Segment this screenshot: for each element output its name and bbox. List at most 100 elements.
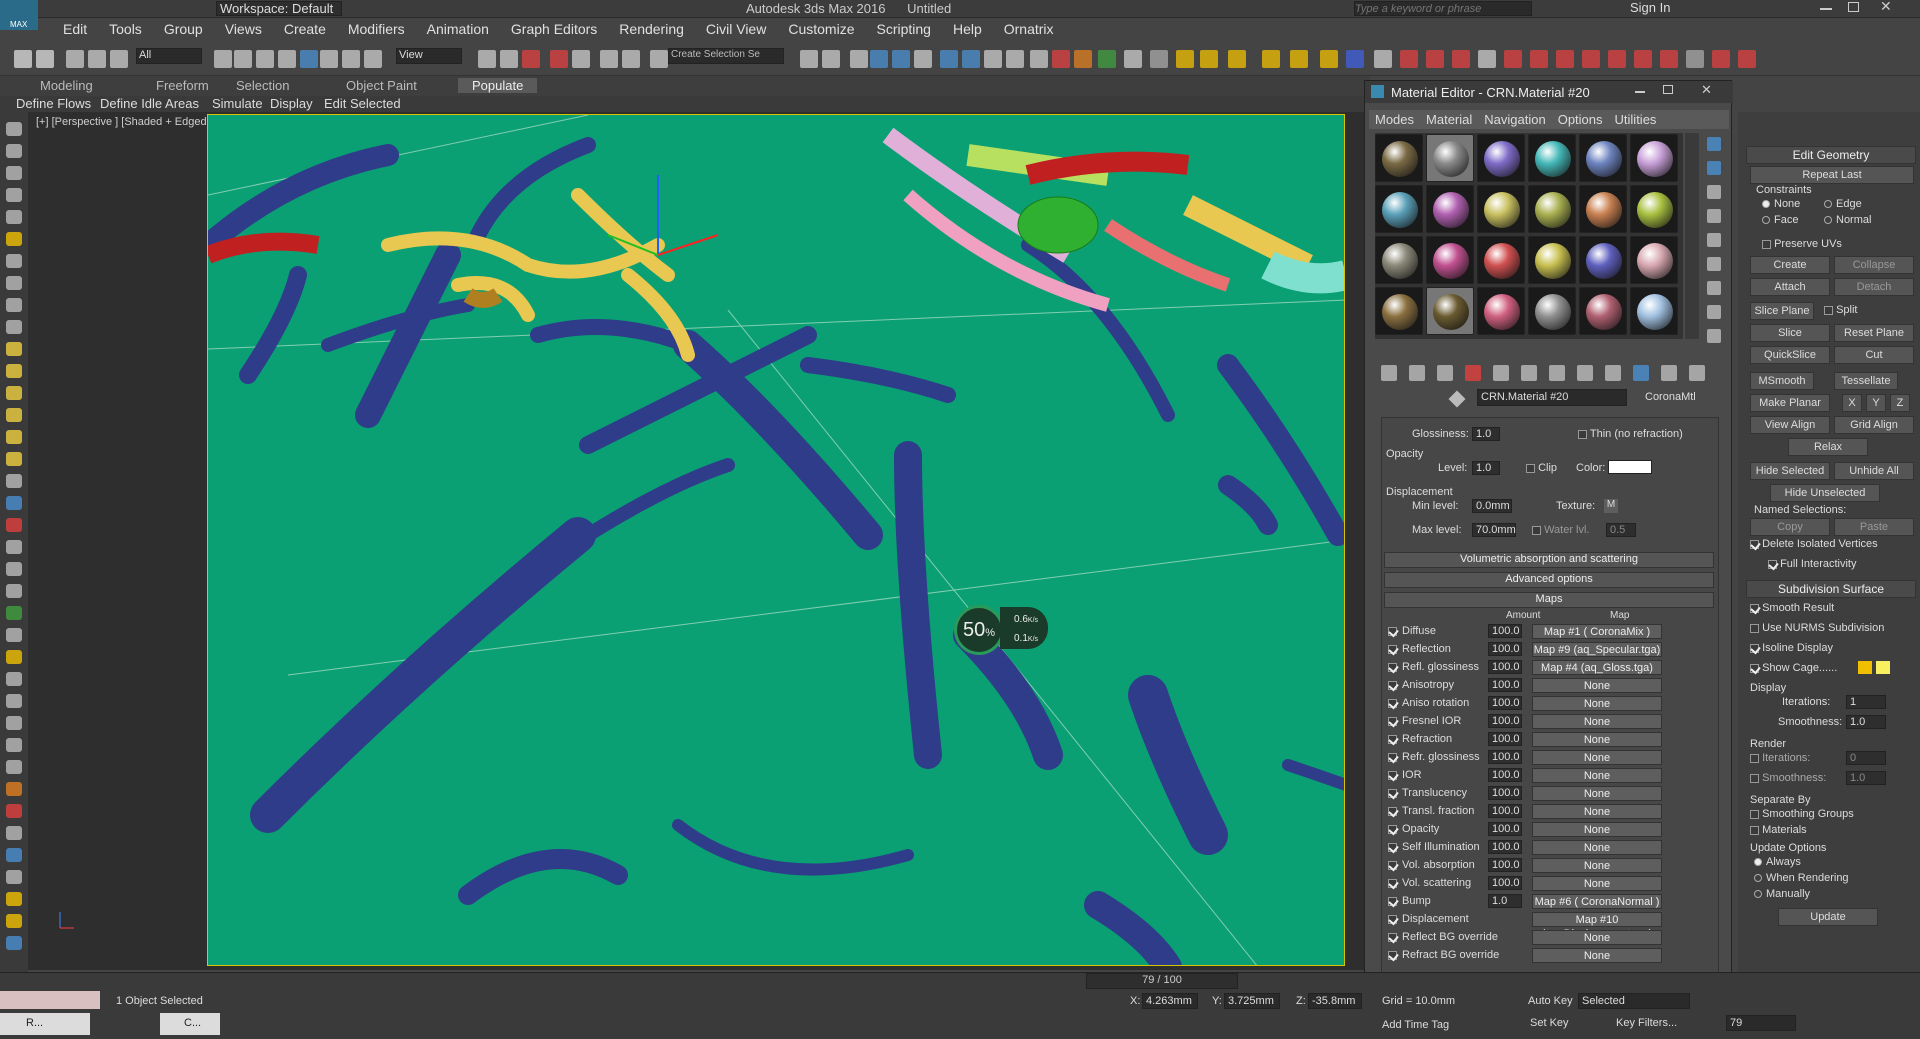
material-slot[interactable] bbox=[1426, 134, 1474, 182]
rollout-edit-geometry[interactable]: Edit Geometry bbox=[1746, 146, 1916, 164]
toolbar-tool-icon[interactable] bbox=[478, 50, 496, 68]
toolbar-tool-icon[interactable] bbox=[88, 50, 106, 68]
collapse-button[interactable]: Collapse bbox=[1834, 256, 1914, 274]
z-coord-field[interactable]: -35.8mm bbox=[1308, 993, 1362, 1009]
left-tool-icon[interactable] bbox=[6, 254, 22, 268]
toolbar-tool-icon[interactable] bbox=[14, 50, 32, 68]
level-spinner[interactable]: 1.0 bbox=[1472, 461, 1500, 475]
current-frame-field[interactable]: 79 bbox=[1726, 1015, 1796, 1031]
thin-checkbox[interactable]: Thin (no refraction) bbox=[1578, 428, 1683, 440]
smooth-result-checkbox[interactable]: Smooth Result bbox=[1750, 602, 1834, 614]
cage-color-swatch-2[interactable] bbox=[1876, 661, 1890, 674]
map-enable-checkbox[interactable] bbox=[1388, 933, 1397, 942]
left-tool-icon[interactable] bbox=[6, 386, 22, 400]
material-slot[interactable] bbox=[1579, 185, 1627, 233]
toolbar-tool-icon[interactable] bbox=[1582, 50, 1600, 68]
map-amount-spinner[interactable]: 100.0 bbox=[1488, 624, 1522, 638]
left-tool-icon[interactable] bbox=[6, 496, 22, 510]
toolbar-tool-icon[interactable] bbox=[300, 50, 318, 68]
left-tool-icon[interactable] bbox=[6, 166, 22, 180]
smoothness-spinner[interactable]: 1.0 bbox=[1846, 715, 1886, 729]
map-enable-checkbox[interactable] bbox=[1388, 771, 1397, 780]
planar-x-button[interactable]: X bbox=[1842, 394, 1862, 412]
map-enable-checkbox[interactable] bbox=[1388, 717, 1397, 726]
me-side-tool-icon[interactable] bbox=[1707, 137, 1721, 151]
rollout-advanced[interactable]: Advanced options bbox=[1384, 572, 1714, 588]
material-slot[interactable] bbox=[1579, 134, 1627, 182]
x-coord-field[interactable]: 4.263mm bbox=[1142, 993, 1198, 1009]
map-amount-spinner[interactable]: 100.0 bbox=[1488, 858, 1522, 872]
left-tool-icon[interactable] bbox=[6, 914, 22, 928]
ribbon-subtab-define-flows[interactable]: Define Flows bbox=[16, 96, 91, 111]
material-slot[interactable] bbox=[1528, 185, 1576, 233]
material-slot[interactable] bbox=[1426, 236, 1474, 284]
render-iterations-spinner[interactable]: 0 bbox=[1846, 751, 1886, 765]
material-slot[interactable] bbox=[1375, 236, 1423, 284]
toolbar-tool-icon[interactable] bbox=[1738, 50, 1756, 68]
rollout-subdivision-surface[interactable]: Subdivision Surface bbox=[1746, 580, 1916, 598]
toolbar-tool-icon[interactable] bbox=[800, 50, 818, 68]
left-tool-icon[interactable] bbox=[6, 848, 22, 862]
material-slot[interactable] bbox=[1528, 236, 1576, 284]
slice-button[interactable]: Slice bbox=[1750, 324, 1830, 342]
me-bottom-tool-icon[interactable] bbox=[1409, 365, 1425, 381]
min-level-spinner[interactable]: 0.0mm bbox=[1472, 499, 1512, 513]
left-tool-icon[interactable] bbox=[6, 738, 22, 752]
left-tool-icon[interactable] bbox=[6, 540, 22, 554]
left-tool-icon[interactable] bbox=[6, 276, 22, 290]
map-amount-spinner[interactable]: 100.0 bbox=[1488, 822, 1522, 836]
material-slot[interactable] bbox=[1630, 236, 1678, 284]
me-side-tool-icon[interactable] bbox=[1707, 281, 1721, 295]
toolbar-tool-icon[interactable] bbox=[522, 50, 540, 68]
taskbar-item-2[interactable]: C... bbox=[160, 1013, 220, 1035]
toolbar-tool-icon[interactable] bbox=[1346, 50, 1364, 68]
maxscript-listener[interactable] bbox=[0, 991, 100, 1009]
named-selection-dropdown[interactable]: Create Selection Se bbox=[668, 48, 784, 64]
me-side-tool-icon[interactable] bbox=[1707, 161, 1721, 175]
map-slot-button[interactable]: None bbox=[1532, 822, 1662, 837]
menu-ornatrix[interactable]: Ornatrix bbox=[993, 18, 1065, 40]
toolbar-tool-icon[interactable] bbox=[600, 50, 618, 68]
map-enable-checkbox[interactable] bbox=[1388, 897, 1397, 906]
me-bottom-tool-icon[interactable] bbox=[1493, 365, 1509, 381]
left-tool-icon[interactable] bbox=[6, 188, 22, 202]
map-enable-checkbox[interactable] bbox=[1388, 879, 1397, 888]
ribbon-subtab-display[interactable]: Display bbox=[270, 96, 313, 111]
map-slot-button[interactable]: None bbox=[1532, 696, 1662, 711]
left-tool-icon[interactable] bbox=[6, 210, 22, 224]
map-enable-checkbox[interactable] bbox=[1388, 915, 1397, 924]
paste-button[interactable]: Paste bbox=[1834, 518, 1914, 536]
toolbar-tool-icon[interactable] bbox=[622, 50, 640, 68]
map-slot-button[interactable]: None bbox=[1532, 768, 1662, 783]
render-smoothness-spinner[interactable]: 1.0 bbox=[1846, 771, 1886, 785]
left-tool-icon[interactable] bbox=[6, 870, 22, 884]
map-slot-button[interactable]: None bbox=[1532, 840, 1662, 855]
texture-map-button[interactable]: M bbox=[1604, 499, 1618, 513]
toolbar-tool-icon[interactable] bbox=[1228, 50, 1246, 68]
left-tool-icon[interactable] bbox=[6, 232, 22, 246]
menu-create[interactable]: Create bbox=[273, 18, 337, 40]
menu-civil-view[interactable]: Civil View bbox=[695, 18, 777, 40]
constraint-normal[interactable]: Normal bbox=[1824, 214, 1871, 226]
map-enable-checkbox[interactable] bbox=[1388, 699, 1397, 708]
attach-button[interactable]: Attach bbox=[1750, 278, 1830, 296]
left-tool-icon[interactable] bbox=[6, 562, 22, 576]
me-bottom-tool-icon[interactable] bbox=[1521, 365, 1537, 381]
full-interactivity-checkbox[interactable]: Full Interactivity bbox=[1768, 558, 1856, 570]
ribbon-subtab-simulate[interactable]: Simulate bbox=[212, 96, 263, 111]
map-enable-checkbox[interactable] bbox=[1388, 753, 1397, 762]
toolbar-tool-icon[interactable] bbox=[110, 50, 128, 68]
me-close-icon[interactable]: ✕ bbox=[1701, 82, 1712, 98]
menu-edit[interactable]: Edit bbox=[52, 18, 98, 40]
map-amount-spinner[interactable]: 100.0 bbox=[1488, 732, 1522, 746]
constraint-face[interactable]: Face bbox=[1762, 214, 1798, 226]
toolbar-tool-icon[interactable] bbox=[914, 50, 932, 68]
toolbar-tool-icon[interactable] bbox=[1608, 50, 1626, 68]
update-always-radio[interactable]: Always bbox=[1754, 856, 1801, 868]
left-tool-icon[interactable] bbox=[6, 474, 22, 488]
map-amount-spinner[interactable]: 100.0 bbox=[1488, 696, 1522, 710]
me-bottom-tool-icon[interactable] bbox=[1465, 365, 1481, 381]
render-iterations-checkbox[interactable]: Iterations: bbox=[1750, 752, 1810, 764]
map-slot-button[interactable]: None bbox=[1532, 678, 1662, 693]
material-slot[interactable] bbox=[1426, 185, 1474, 233]
